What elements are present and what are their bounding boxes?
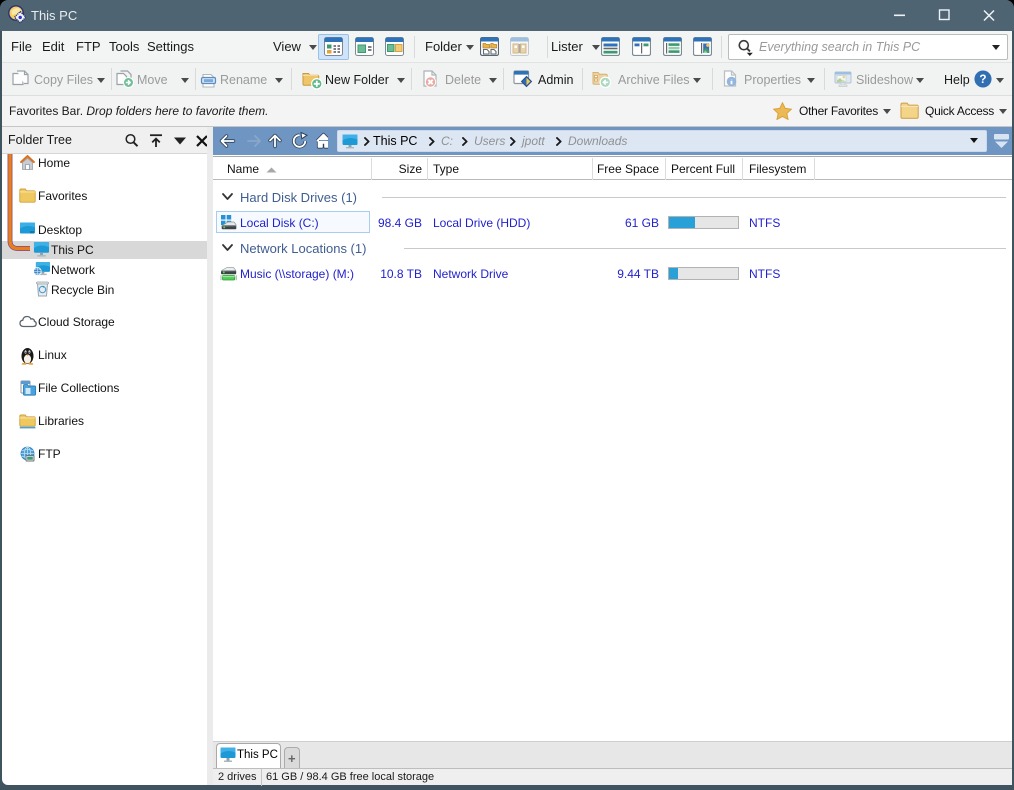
svg-text:?: ? — [979, 73, 986, 86]
